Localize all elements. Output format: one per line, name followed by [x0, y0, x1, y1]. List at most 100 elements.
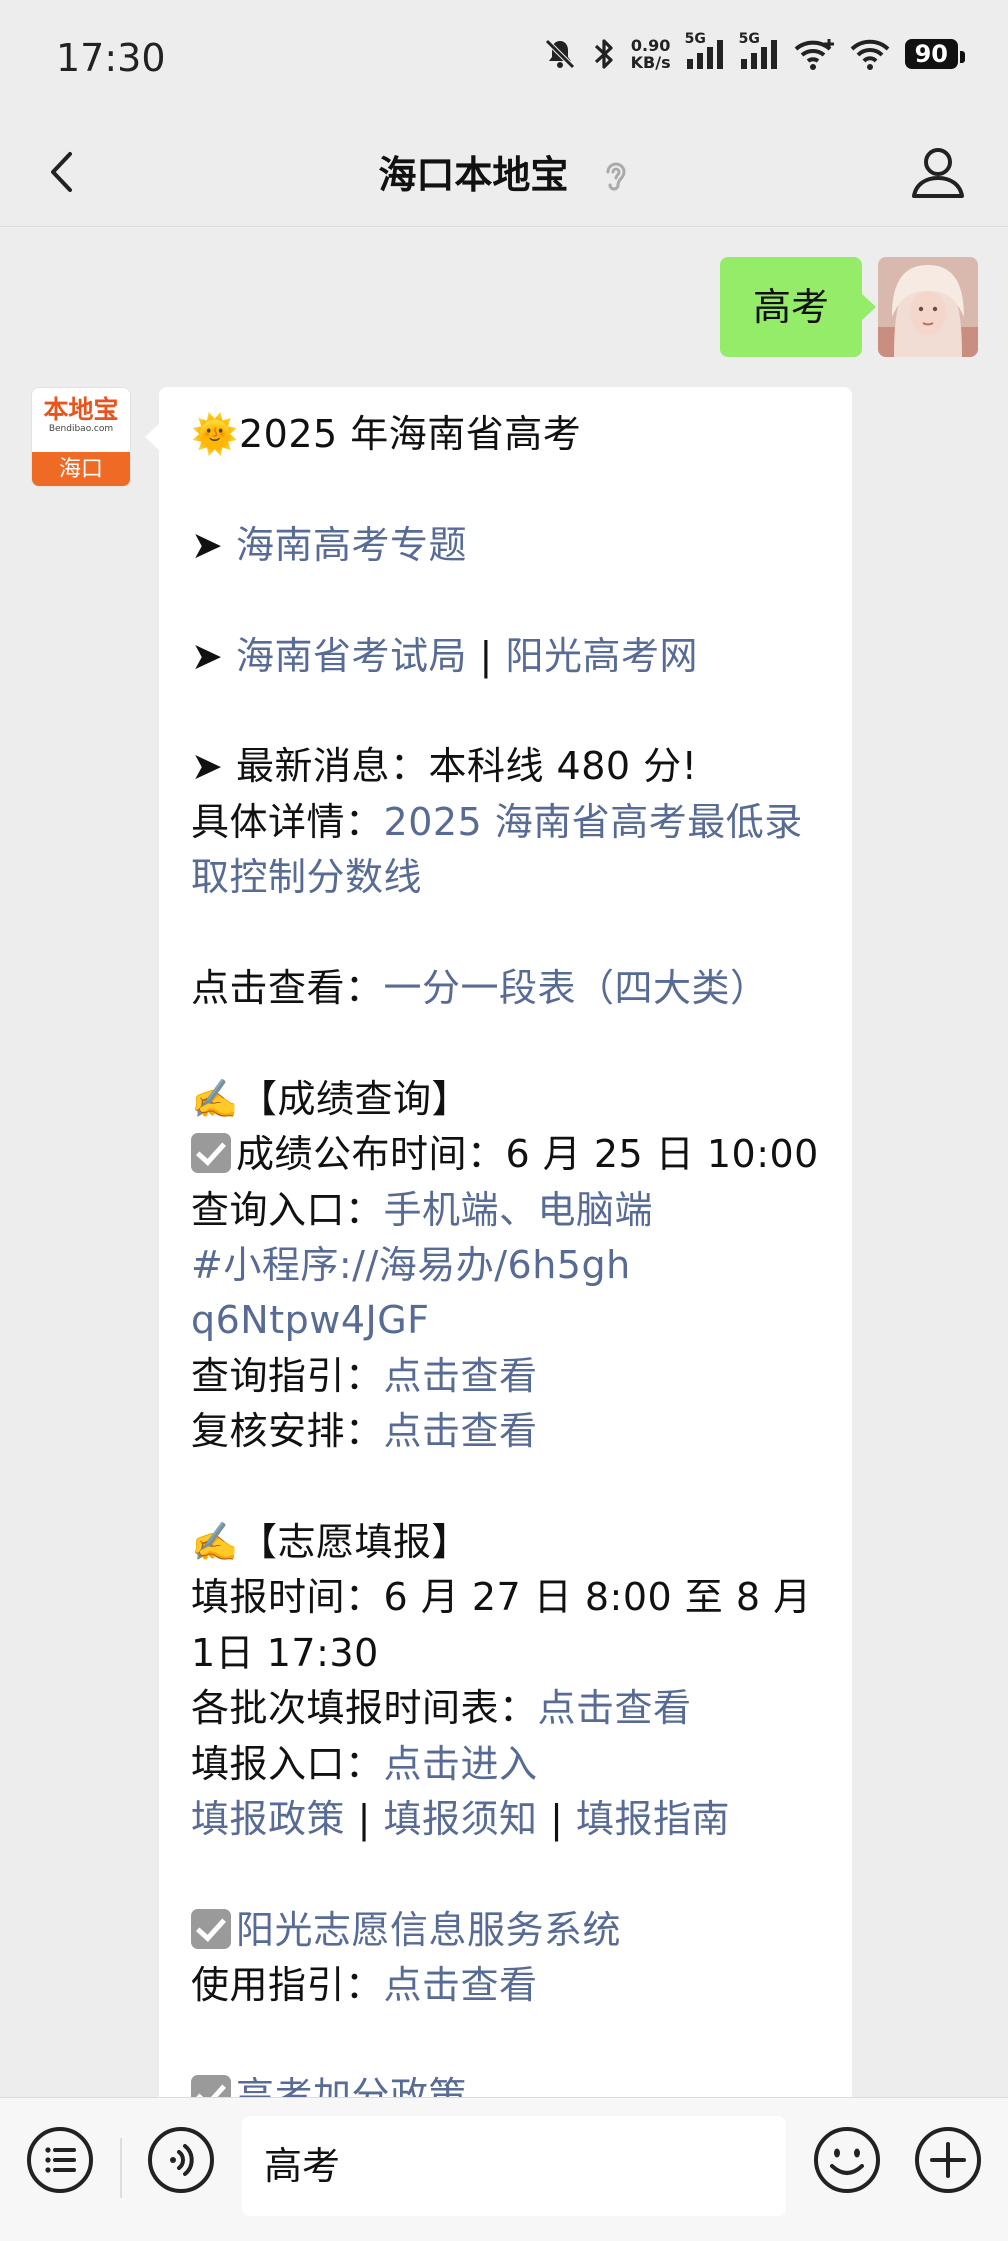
arrow-icon: ➤ — [191, 744, 224, 789]
view-label: 点击查看： — [191, 966, 384, 1010]
line-bonus-policy: 高考加分政策 — [191, 2069, 830, 2097]
menu-list-icon[interactable] — [24, 2124, 96, 2196]
signal-2: 5G — [739, 31, 779, 71]
link-batch-schedule[interactable]: 点击查看 — [538, 1686, 692, 1730]
input-bar: 高考 — [0, 2097, 1008, 2241]
link-sunshine-system[interactable]: 阳光志愿信息服务系统 — [236, 1908, 621, 1952]
link-bonus-policy[interactable]: 高考加分政策 — [236, 2074, 467, 2097]
wifi-icon — [850, 39, 889, 70]
link-rank-table[interactable]: 一分一段表（四大类） — [384, 966, 769, 1010]
logo-text: 本地宝 — [43, 395, 119, 424]
check-box-icon — [191, 1133, 231, 1174]
line-review: 复核安排：点击查看 — [191, 1404, 830, 1459]
plus-icon[interactable] — [912, 2124, 984, 2196]
chat-title: 海口本地宝 — [378, 153, 569, 197]
net-speed-unit: KB/s — [630, 53, 671, 72]
mute-bell-icon — [544, 39, 575, 69]
link-miniprogram[interactable]: #小程序://海易办/6h5ghq6Ntpw4JGF — [191, 1238, 631, 1349]
batch-schedule-label: 各批次填报时间表： — [191, 1686, 538, 1731]
outgoing-message-bubble[interactable]: 高考 — [719, 257, 877, 357]
link-usage-guide[interactable]: 点击查看 — [384, 1963, 538, 2007]
message-input[interactable]: 高考 — [242, 2116, 786, 2216]
separator: | — [550, 1797, 564, 1842]
line-score-release: 成绩公布时间：6 月 25 日 10:00 — [191, 1127, 830, 1182]
reply-title: 2025 年海南省高考 — [239, 412, 582, 456]
link-topic[interactable]: 海南高考专题 — [236, 523, 467, 567]
separator: | — [479, 633, 493, 678]
check-box-icon — [191, 1908, 231, 1949]
line-section-scores: ✍️【成绩查询】 — [191, 1072, 830, 1127]
battery-indicator: 90 — [904, 39, 966, 69]
message-body: 🌞2025 年海南省高考 ➤ 海南高考专题 ➤ 海南省考试局 | 阳光高考网 ➤… — [191, 407, 830, 2097]
link-fill-notice[interactable]: 填报须知 — [384, 1797, 538, 1841]
check-box-icon — [191, 2075, 231, 2097]
profile-icon[interactable] — [906, 140, 970, 204]
link-sunshine[interactable]: 阳光高考网 — [505, 634, 698, 678]
link-fill-policy[interactable]: 填报政策 — [191, 1797, 345, 1841]
line-title: 🌞2025 年海南省高考 — [191, 407, 830, 462]
incoming-message-bubble: 🌞2025 年海南省高考 ➤ 海南高考专题 ➤ 海南省考试局 | 阳光高考网 ➤… — [145, 387, 852, 2097]
line-miniprogram: #小程序://海易办/6h5ghq6Ntpw4JGF — [191, 1238, 830, 1349]
outgoing-message-text: 高考 — [752, 285, 829, 329]
line-query-guide: 查询指引：点击查看 — [191, 1349, 830, 1404]
status-icons: 0.90 KB/s 5G 5G 90 — [543, 31, 966, 72]
chat-header: 海口本地宝 — [0, 120, 1008, 227]
arrow-icon: ➤ — [191, 633, 224, 678]
line-rank-table: 点击查看：一分一段表（四大类） — [191, 961, 830, 1016]
user-avatar-image — [878, 257, 978, 357]
ear-icon — [606, 162, 626, 190]
link-fill-guide[interactable]: 填报指南 — [576, 1797, 730, 1841]
writing-hand-icon: ✍️ — [191, 1520, 239, 1565]
review-label: 复核安排： — [191, 1409, 384, 1454]
logo-subtext: Bendibao.com — [48, 424, 114, 434]
chat-area[interactable]: 高考 本地宝 Bendibao.com 海口 🌞2025 年海南省高考 ➤ 海南… — [0, 227, 1008, 2097]
emoji-icon[interactable] — [811, 2124, 883, 2196]
wifi-plus-icon — [794, 39, 834, 70]
line-section-volunteer: ✍️【志愿填报】 — [191, 1515, 830, 1570]
section-scores: 【成绩查询】 — [239, 1076, 471, 1121]
link-fill-entry[interactable]: 点击进入 — [384, 1742, 538, 1786]
query-entry-label: 查询入口： — [191, 1187, 384, 1232]
line-query-entry: 查询入口：手机端、电脑端 — [191, 1183, 830, 1238]
link-exam-bureau[interactable]: 海南省考试局 — [236, 634, 467, 678]
score-release: 成绩公布时间：6 月 25 日 10:00 — [236, 1132, 819, 1177]
section-volunteer: 【志愿填报】 — [239, 1520, 471, 1565]
fill-entry-label: 填报入口： — [191, 1741, 384, 1786]
user-avatar[interactable] — [878, 257, 978, 357]
bluetooth-icon — [594, 39, 613, 69]
net-speed-value: 0.90 — [630, 36, 671, 55]
signal-1-label: 5G — [684, 31, 706, 47]
line-usage-guide: 使用指引：点击查看 — [191, 1958, 830, 2013]
status-time: 17:30 — [56, 36, 166, 80]
usage-guide-label: 使用指引： — [191, 1963, 384, 2008]
line-latest: ➤ 最新消息：本科线 480 分! — [191, 739, 830, 794]
logo-city: 海口 — [32, 452, 130, 486]
line-sunshine-system: 阳光志愿信息服务系统 — [191, 1903, 830, 1958]
link-query-guide[interactable]: 点击查看 — [384, 1354, 538, 1398]
voice-icon[interactable] — [145, 2124, 217, 2196]
link-query-entry[interactable]: 手机端、电脑端 — [384, 1188, 654, 1232]
header-title-wrap: 海口本地宝 — [0, 144, 1008, 199]
line-detail: 具体详情：2025 海南省高考最低录取控制分数线 — [191, 795, 830, 906]
status-bar: 17:30 0.90 KB/s 5G 5G 90 — [0, 0, 1008, 120]
line-fill-links: 填报政策 | 填报须知 | 填报指南 — [191, 1792, 830, 1847]
link-review[interactable]: 点击查看 — [384, 1409, 538, 1453]
sun-emoji-icon: 🌞 — [191, 412, 239, 456]
bot-avatar[interactable]: 本地宝 Bendibao.com 海口 — [31, 387, 131, 487]
line-fill-time: 填报时间：6 月 27 日 8:00 至 8 月 1日 17:30 — [191, 1570, 830, 1681]
signal-1: 5G — [685, 31, 725, 71]
writing-hand-icon: ✍️ — [191, 1076, 239, 1121]
separator: | — [357, 1797, 371, 1842]
query-guide-label: 查询指引： — [191, 1353, 384, 1398]
line-topic: ➤ 海南高考专题 — [191, 518, 830, 573]
detail-label: 具体详情： — [191, 799, 384, 844]
net-speed: 0.90 KB/s — [631, 37, 671, 71]
